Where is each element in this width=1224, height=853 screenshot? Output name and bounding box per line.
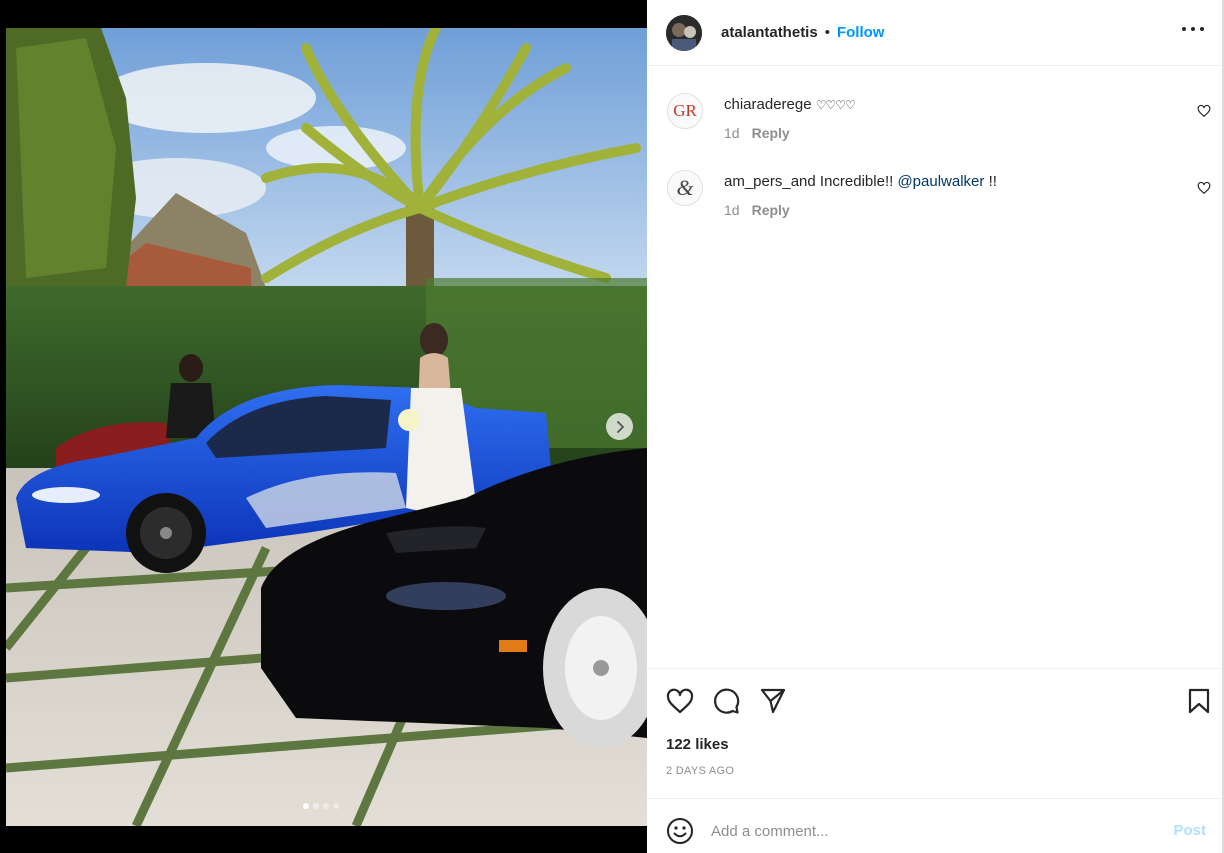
heart-icon xyxy=(666,688,694,714)
emoji-icon[interactable] xyxy=(666,817,694,845)
post-photo-illustration xyxy=(6,28,647,826)
comment-composer: Post xyxy=(647,798,1222,853)
comment-body: chiaraderege ♡♡♡♡ xyxy=(724,95,1164,115)
comment-text: Incredible!! xyxy=(819,173,894,190)
comment-like-heart-icon[interactable] xyxy=(1197,104,1211,118)
comment-text-suffix: !! xyxy=(988,173,997,190)
share-button[interactable] xyxy=(758,686,788,716)
post-media-panel xyxy=(0,0,647,853)
save-button[interactable] xyxy=(1184,686,1214,716)
like-button[interactable] xyxy=(665,686,695,716)
comment-avatar[interactable]: & xyxy=(667,170,703,206)
bookmark-icon xyxy=(1188,688,1210,714)
follow-button[interactable]: Follow xyxy=(837,24,885,41)
comment-age: 1d xyxy=(724,125,740,141)
comment-input[interactable] xyxy=(711,817,1141,845)
carousel-indicator xyxy=(303,803,339,809)
likes-count[interactable]: 122 likes xyxy=(666,736,729,753)
comment-meta: 1d Reply xyxy=(724,202,790,218)
carousel-next-button[interactable] xyxy=(606,413,633,440)
comment-icon xyxy=(714,688,740,714)
comment-reply-button[interactable]: Reply xyxy=(752,125,790,141)
comment-avatar-monogram: & xyxy=(676,175,694,200)
comment-meta: 1d Reply xyxy=(724,125,790,141)
post-header: atalantathetis • Follow xyxy=(647,0,1222,66)
post-photo[interactable] xyxy=(6,28,647,826)
comment-mention-link[interactable]: @paulwalker xyxy=(897,173,984,190)
comment-age: 1d xyxy=(724,202,740,218)
carousel-dot xyxy=(313,803,319,809)
carousel-dot xyxy=(323,803,329,809)
comment-body: am_pers_and Incredible!! @paulwalker !! xyxy=(724,172,1164,191)
author-username[interactable]: atalantathetis xyxy=(721,24,818,41)
comment-button[interactable] xyxy=(711,686,741,716)
comment-emoji-hearts: ♡♡♡♡ xyxy=(815,98,856,112)
send-icon xyxy=(760,688,786,714)
comment-avatar[interactable]: GR xyxy=(667,93,703,129)
author-avatar-image xyxy=(666,14,702,51)
carousel-dot xyxy=(303,803,309,809)
chevron-right-icon xyxy=(616,420,624,433)
comment-username[interactable]: am_pers_and xyxy=(724,173,816,190)
post-side-panel: atalantathetis • Follow GR chiaraderege … xyxy=(647,0,1224,853)
comment-like-heart-icon[interactable] xyxy=(1197,181,1211,195)
comment-avatar-monogram: GR xyxy=(673,101,697,120)
post-actions: 122 likes 2 DAYS AGO xyxy=(647,668,1222,798)
header-separator: • xyxy=(824,24,830,41)
author-avatar[interactable] xyxy=(666,14,702,51)
comment-reply-button[interactable]: Reply xyxy=(752,202,790,218)
post-comment-button[interactable]: Post xyxy=(1173,822,1206,839)
post-timestamp[interactable]: 2 DAYS AGO xyxy=(666,765,734,777)
comment-username[interactable]: chiaraderege xyxy=(724,96,812,113)
more-options-icon[interactable] xyxy=(1182,22,1204,36)
carousel-dot xyxy=(333,803,339,809)
